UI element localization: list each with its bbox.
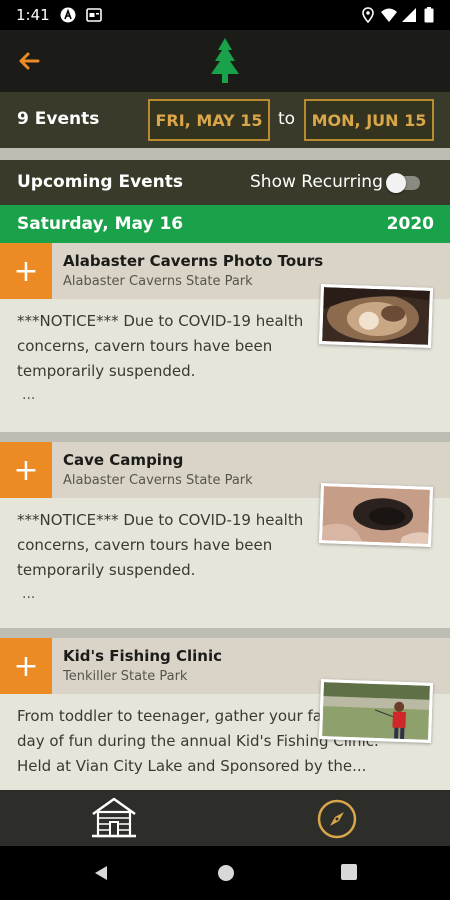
day-header: Saturday, May 16 2020 — [0, 205, 450, 243]
a-circle-icon — [60, 7, 76, 23]
cave-entrance-image — [322, 486, 430, 544]
back-arrow-icon[interactable] — [14, 46, 44, 76]
event-thumbnail — [318, 483, 434, 547]
battery-icon — [424, 7, 434, 23]
event-name: Alabaster Caverns Photo Tours — [63, 252, 324, 270]
show-recurring-toggle[interactable] — [386, 173, 420, 193]
wifi-icon — [381, 8, 397, 22]
section-title: Upcoming Events — [17, 172, 184, 192]
event-thumbnail — [318, 284, 434, 348]
event-park: Alabaster Caverns State Park — [63, 274, 253, 289]
event-thumbnail — [318, 679, 434, 743]
location-icon — [362, 7, 374, 23]
bottom-nav — [0, 790, 450, 846]
day-label: Saturday, May 16 — [17, 214, 184, 234]
upcoming-events-header: Upcoming Events Show Recurring — [0, 160, 450, 205]
event-card[interactable]: + Cave Camping Alabaster Caverns State P… — [0, 442, 450, 628]
message-icon — [86, 8, 102, 22]
section-divider — [0, 148, 450, 160]
back-nav-icon[interactable] — [92, 864, 110, 882]
start-date-button[interactable]: FRI, MAY 15 — [148, 99, 270, 141]
event-description: ***NOTICE*** Due to COVID-19 health conc… — [17, 511, 304, 579]
add-event-button[interactable]: + — [0, 442, 52, 498]
app-bar — [0, 30, 450, 92]
home-nav-icon[interactable] — [217, 864, 235, 882]
system-nav-bar — [0, 846, 450, 900]
cave-photo-image — [322, 287, 430, 345]
compass-icon[interactable] — [316, 798, 358, 840]
toggle-knob — [386, 173, 406, 193]
year-label: 2020 — [386, 214, 434, 234]
add-event-button[interactable]: + — [0, 638, 52, 694]
pine-tree-logo — [211, 38, 239, 83]
date-filter-bar: 9 Events FRI, MAY 15 to MON, JUN 15 — [0, 92, 450, 148]
event-name: Cave Camping — [63, 451, 184, 469]
card-separator — [0, 432, 450, 442]
end-date-button[interactable]: MON, JUN 15 — [304, 99, 434, 141]
add-event-button[interactable]: + — [0, 243, 52, 299]
home-lodge-icon[interactable] — [90, 796, 138, 840]
show-recurring-label: Show Recurring — [250, 172, 383, 192]
event-park: Alabaster Caverns State Park — [63, 473, 253, 488]
event-ellipsis: ... — [22, 387, 36, 403]
event-card[interactable]: + Alabaster Caverns Photo Tours Alabaste… — [0, 243, 450, 432]
event-ellipsis: ... — [22, 586, 36, 602]
status-time: 1:41 — [16, 6, 50, 24]
signal-icon — [402, 8, 416, 22]
event-name: Kid's Fishing Clinic — [63, 647, 223, 665]
event-card[interactable]: + Kid's Fishing Clinic Tenkiller State P… — [0, 638, 450, 790]
card-separator — [0, 628, 450, 638]
status-bar: 1:41 — [0, 0, 450, 30]
event-description: ***NOTICE*** Due to COVID-19 health conc… — [17, 312, 304, 380]
date-range-to-label: to — [278, 109, 296, 129]
event-count: 9 Events — [17, 109, 100, 129]
recents-nav-icon[interactable] — [341, 864, 357, 880]
event-park: Tenkiller State Park — [63, 669, 188, 684]
fishing-kid-image — [322, 682, 430, 740]
